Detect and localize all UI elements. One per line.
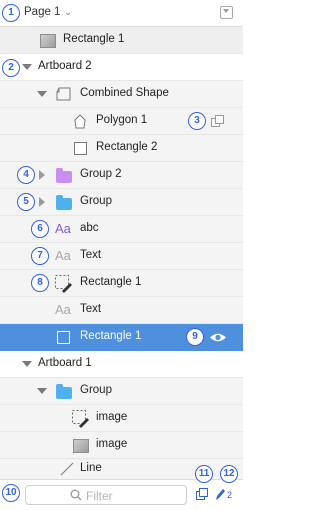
search-icon — [70, 489, 82, 501]
layer-label: Rectangle 1 — [80, 330, 142, 342]
rectangle-icon — [74, 142, 87, 155]
layer-label: Text — [80, 249, 102, 261]
layer-label: Artboard 2 — [38, 60, 92, 72]
text-layer-icon: Aa — [55, 302, 71, 317]
callout-badge: 9 — [186, 328, 204, 346]
callout-badge: 1 — [2, 4, 20, 22]
disclosure-triangle-icon[interactable] — [39, 197, 45, 207]
layer-label: image — [96, 438, 128, 450]
collapse-pages-icon[interactable] — [220, 6, 233, 19]
disclosure-triangle-icon[interactable] — [39, 170, 45, 180]
callout-badge: 3 — [188, 112, 206, 130]
bottom-toolbar: 10 11 12 2 — [0, 465, 243, 510]
layer-row[interactable]: 6 Aa abc — [0, 216, 243, 243]
callout-badge: 8 — [31, 274, 49, 292]
layer-row-selected[interactable]: Rectangle 1 9 — [0, 324, 243, 351]
layer-row[interactable]: Polygon 1 3 — [0, 108, 243, 135]
layer-label: Group — [80, 195, 112, 207]
layer-row[interactable]: 7 Aa Text — [0, 243, 243, 270]
folder-icon — [56, 168, 72, 183]
polygon-icon — [74, 114, 86, 129]
layer-label: Artboard 1 — [38, 357, 92, 369]
line-icon — [60, 462, 74, 476]
layer-row[interactable]: Aa Text — [0, 297, 243, 324]
artboard-row[interactable]: Artboard 1 — [0, 351, 243, 378]
layer-row[interactable]: Group — [0, 378, 243, 405]
layer-row[interactable]: Rectangle 2 — [0, 135, 243, 162]
rectangle-icon — [57, 331, 70, 344]
mask-icon[interactable] — [211, 115, 224, 127]
layer-label: Text — [80, 303, 102, 315]
disclosure-triangle-icon[interactable] — [37, 388, 47, 394]
hotspot-icon — [55, 275, 72, 293]
disclosure-triangle-icon[interactable] — [22, 361, 32, 367]
layer-row[interactable]: 4 Group 2 — [0, 162, 243, 189]
layer-label: Rectangle 2 — [96, 141, 158, 153]
layer-label: Group 2 — [80, 168, 122, 180]
disclosure-triangle-icon[interactable] — [37, 91, 47, 97]
callout-badge: 6 — [31, 220, 49, 238]
callout-badge: 5 — [17, 193, 35, 211]
callout-badge: 2 — [2, 59, 20, 77]
folder-icon — [56, 195, 72, 210]
callout-badge: 7 — [31, 247, 49, 265]
layer-row[interactable]: image — [0, 405, 243, 432]
filter-input[interactable] — [84, 487, 178, 505]
text-layer-icon: Aa — [55, 221, 71, 236]
callout-badge: 4 — [17, 166, 35, 184]
copy-layers-icon[interactable] — [196, 488, 209, 501]
folder-icon — [56, 384, 72, 399]
layer-row[interactable]: Rectangle 1 — [0, 27, 243, 54]
layer-row[interactable]: 8 Rectangle 1 — [0, 270, 243, 297]
layer-label: abc — [80, 222, 99, 234]
layer-label: Polygon 1 — [96, 114, 148, 126]
eye-icon[interactable] — [209, 332, 227, 343]
layer-label: Combined Shape — [80, 87, 169, 99]
hotspot-icon — [72, 410, 89, 428]
chevron-down-icon: ⌄ — [64, 7, 73, 18]
filter-field[interactable] — [25, 485, 187, 505]
layer-row[interactable]: 5 Group — [0, 189, 243, 216]
page-title: Page 1 — [24, 6, 61, 18]
layers-panel: 1 Page 1 ⌄ Rectangle 1 2 Artboard 2 Comb… — [0, 0, 243, 510]
layer-label: Line — [80, 462, 102, 474]
layer-row[interactable]: image — [0, 432, 243, 459]
layer-row[interactable]: Combined Shape — [0, 81, 243, 108]
image-layer-icon — [73, 439, 89, 453]
callout-badge: 10 — [2, 484, 20, 502]
callout-badge: 12 — [220, 465, 238, 483]
text-layer-icon: Aa — [55, 248, 71, 263]
edit-count: 2 — [227, 490, 233, 500]
image-layer-icon — [40, 34, 56, 48]
layer-label: Group — [80, 384, 112, 396]
page-selector[interactable]: 1 Page 1 ⌄ — [0, 0, 243, 27]
layer-label: image — [96, 411, 128, 423]
edit-pencil-icon[interactable] — [214, 487, 226, 501]
layer-label: Rectangle 1 — [80, 276, 142, 288]
artboard-row[interactable]: 2 Artboard 2 — [0, 54, 243, 81]
layer-label: Rectangle 1 — [63, 33, 125, 45]
callout-badge: 11 — [195, 465, 213, 483]
combined-shape-icon — [56, 87, 71, 101]
disclosure-triangle-icon[interactable] — [22, 64, 32, 70]
